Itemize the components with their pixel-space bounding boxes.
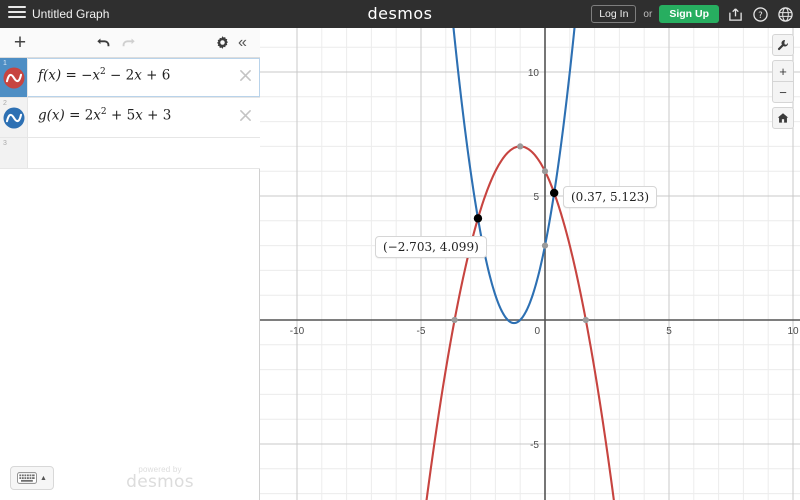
collapse-panel-button[interactable]: «	[238, 32, 247, 54]
y-tick-label: 5	[533, 192, 539, 203]
nav-right-group: Log In or Sign Up ?	[591, 0, 794, 28]
term3-constant: 3	[162, 107, 172, 124]
term1-variable: x	[92, 67, 100, 84]
zoom-buttons-group: + −	[772, 60, 794, 103]
x-tick-label: -5	[417, 326, 426, 337]
graph-canvas[interactable]: -10 -5 0 5 10 10 5 -5 + − (−2.703, 4.099) (0.37,…	[260, 28, 800, 500]
expression-equals: =	[65, 67, 77, 84]
term1-exponent: 2	[100, 67, 106, 77]
x-tick-label: 10	[787, 326, 799, 337]
graph-title[interactable]: Untitled Graph	[32, 0, 109, 28]
expression-math-field-empty[interactable]	[28, 138, 260, 168]
expression-toolbar: + «	[0, 28, 260, 58]
marker-point[interactable]	[541, 168, 549, 175]
expression-color-icon[interactable]	[3, 67, 25, 89]
delete-expression-icon[interactable]	[239, 109, 252, 127]
x-tick-label: -10	[290, 326, 305, 337]
x-tick-label: 5	[666, 326, 672, 337]
expression-equals: =	[69, 107, 81, 124]
intersection-point[interactable]	[549, 188, 559, 198]
expression-row[interactable]: 3	[0, 138, 260, 169]
term2-sign: −	[110, 67, 122, 84]
expression-lhs: f(x)	[38, 67, 62, 84]
help-question-icon[interactable]: ?	[751, 5, 769, 23]
y-tick-label: 10	[528, 68, 540, 79]
term2-coefficient: 2	[125, 67, 135, 84]
term1-sign: −	[81, 67, 93, 84]
hamburger-menu-icon[interactable]	[8, 6, 26, 22]
graph-svg: -10 -5 0 5 10 10 5 -5	[260, 28, 800, 500]
marker-point[interactable]	[517, 143, 524, 150]
zoom-in-button[interactable]: +	[772, 60, 794, 82]
term3-sign: +	[147, 107, 159, 124]
expression-panel: + « 1 f(x) = −x2 − 2x + 6 2 g(x) = 2x2 +…	[0, 28, 260, 500]
term1-variable: x	[93, 107, 101, 124]
marker-point[interactable]	[451, 316, 458, 324]
intersection-label-left: (−2.703, 4.099)	[375, 236, 487, 258]
home-reset-icon[interactable]	[772, 107, 794, 129]
term2-coefficient: 5	[126, 107, 136, 124]
expression-lhs: g(x)	[38, 107, 65, 124]
or-label: or	[643, 8, 653, 20]
marker-point[interactable]	[582, 316, 589, 324]
keyboard-caret-icon: ▲	[40, 474, 47, 482]
term2-variable: x	[134, 67, 142, 84]
expression-color-icon[interactable]	[3, 107, 25, 129]
zoom-out-button[interactable]: −	[772, 81, 794, 103]
wrench-settings-icon[interactable]	[772, 34, 794, 56]
term2-variable: x	[135, 107, 143, 124]
keyboard-icon	[17, 472, 37, 484]
expression-math-field[interactable]: g(x) = 2x2 + 5x + 3	[28, 98, 260, 137]
expression-list: 1 f(x) = −x2 − 2x + 6 2 g(x) = 2x2 + 5x + 3…	[0, 58, 260, 500]
expression-row[interactable]: 2 g(x) = 2x2 + 5x + 3	[0, 98, 260, 138]
desmos-calculator-app: Untitled Graph desmos Log In or Sign Up …	[0, 0, 800, 500]
term1-exponent: 2	[100, 107, 107, 117]
svg-text:?: ?	[758, 9, 762, 19]
delete-expression-icon[interactable]	[239, 69, 252, 87]
intersection-point[interactable]	[473, 214, 483, 223]
term3-constant: 6	[161, 67, 171, 84]
y-tick-label: -5	[530, 440, 539, 451]
top-navigation-bar: Untitled Graph desmos Log In or Sign Up …	[0, 0, 800, 28]
marker-point[interactable]	[541, 242, 549, 249]
gear-icon[interactable]	[215, 35, 230, 55]
grid-minor	[260, 28, 800, 500]
term2-sign: +	[110, 107, 123, 124]
redo-icon[interactable]	[120, 35, 136, 54]
term3-sign: +	[146, 67, 158, 84]
login-button[interactable]: Log In	[591, 4, 637, 24]
term1-coefficient: 2	[84, 107, 94, 124]
undo-icon[interactable]	[96, 35, 112, 54]
expression-index: 3	[0, 138, 28, 168]
add-expression-button[interactable]: +	[6, 28, 34, 57]
expression-row[interactable]: 1 f(x) = −x2 − 2x + 6	[0, 58, 260, 98]
globe-language-icon[interactable]	[776, 5, 794, 23]
x-tick-label: 0	[534, 326, 540, 337]
expression-math-field[interactable]: f(x) = −x2 − 2x + 6	[28, 58, 260, 97]
share-icon[interactable]	[726, 5, 744, 23]
intersection-label-right: (0.37, 5.123)	[563, 186, 658, 208]
graph-tools-group: + −	[772, 34, 794, 133]
signup-button[interactable]: Sign Up	[659, 4, 719, 24]
keyboard-toggle-button[interactable]: ▲	[10, 466, 54, 490]
